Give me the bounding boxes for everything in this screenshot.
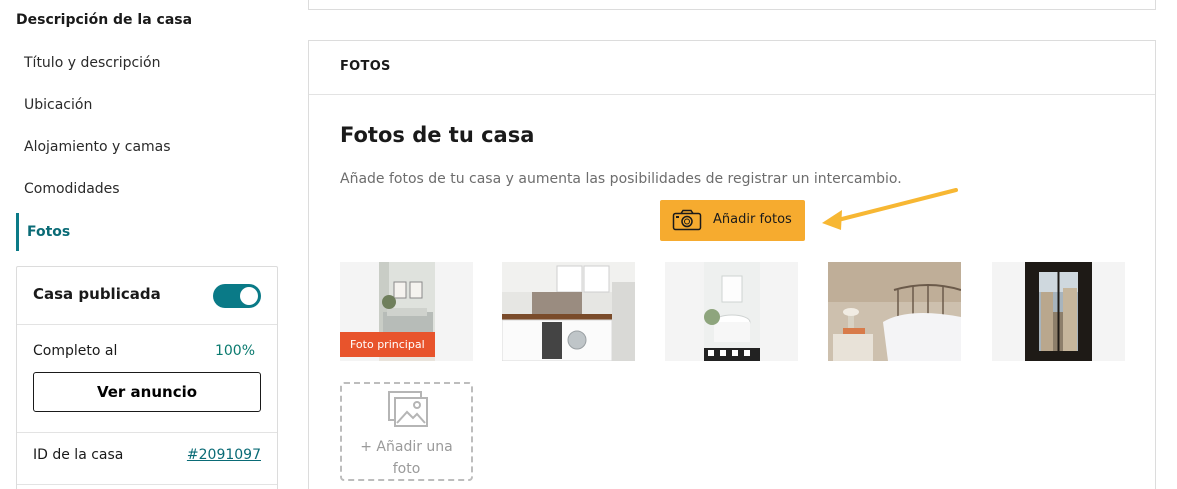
photo-thumbnail-1[interactable]: Foto principal [340,262,473,361]
complete-label: Completo al [33,343,118,359]
add-photos-button[interactable]: Añadir fotos [660,200,805,241]
card-header-label: FOTOS [340,59,391,74]
photo-thumbnail-2[interactable] [502,262,635,361]
photos-title: Fotos de tu casa [340,123,535,147]
sidebar-item-title-description[interactable]: Título y descripción [16,44,276,82]
add-photo-tile[interactable]: + Añadir una foto [340,382,473,481]
image-placeholder-icon [388,391,428,427]
published-toggle[interactable] [213,284,261,308]
add-photo-label: + Añadir una foto [360,439,453,477]
sidebar-item-amenities[interactable]: Comodidades [16,170,276,208]
complete-row: Completo al 100% Ver anuncio [17,325,277,433]
main-photo-badge: Foto principal [340,332,435,357]
sidebar-item-accommodation[interactable]: Alojamiento y camas [16,128,276,166]
id-row: ID de la casa #2091097 [17,433,277,485]
bedroom-photo [828,262,961,361]
photos-description: Añade fotos de tu casa y aumenta las pos… [340,171,902,187]
photo-thumbnail-5[interactable] [992,262,1125,361]
window-view-photo [1025,262,1092,361]
arrow-annotation [822,188,958,230]
house-id-label: ID de la casa [33,447,124,463]
photos-card: FOTOS Fotos de tu casa Añade fotos de tu… [308,40,1156,489]
status-card: Casa publicada Completo al 100% Ver anun… [16,266,278,489]
sidebar: Descripción de la casa Título y descripc… [0,0,290,489]
kitchen-photo [502,262,635,361]
complete-value: 100% [214,343,255,359]
toggle-knob [240,287,258,305]
house-id-link[interactable]: #2091097 [187,447,261,463]
camera-icon [672,209,702,231]
published-row: Casa publicada [17,267,277,325]
view-listing-button[interactable]: Ver anuncio [33,372,261,412]
sidebar-item-location[interactable]: Ubicación [16,86,276,124]
published-label: Casa publicada [33,285,161,303]
photo-thumbnail-3[interactable] [665,262,798,361]
sidebar-item-photos[interactable]: Fotos [16,213,276,251]
photo-thumbnail-4[interactable] [828,262,961,361]
add-photos-label: Añadir fotos [713,212,792,227]
previous-card [308,0,1156,10]
bathroom-photo [704,262,760,361]
card-header: FOTOS [309,41,1155,95]
section-title: Descripción de la casa [16,12,193,28]
